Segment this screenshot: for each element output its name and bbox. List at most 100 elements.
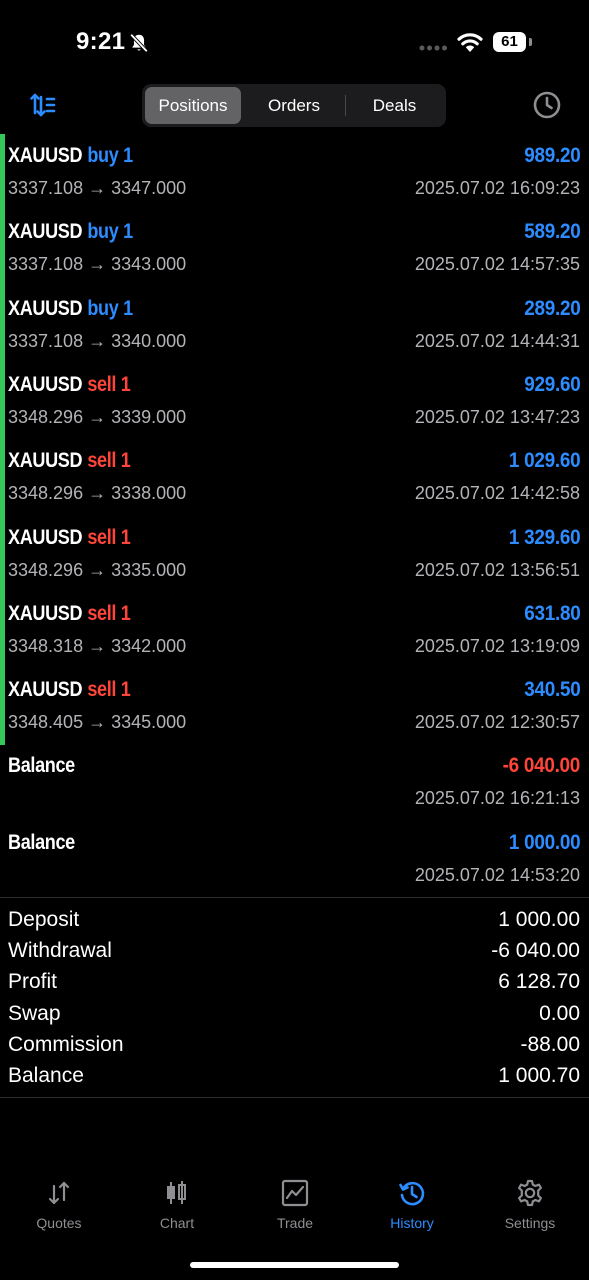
summary-commission-label: Commission xyxy=(8,1032,124,1056)
summary-divider-top xyxy=(0,897,589,898)
sort-icon[interactable] xyxy=(28,90,58,120)
deal-side: buy 1 xyxy=(87,296,133,320)
deal-profit: 1 029.60 xyxy=(508,449,581,473)
tab-settings[interactable]: Settings xyxy=(471,1178,589,1238)
summary-deposit-label: Deposit xyxy=(8,908,80,931)
wifi-icon xyxy=(457,33,483,52)
summary-commission: Commission -88.00 xyxy=(0,1029,589,1060)
deal-symbol: XAUUSD sell 1 xyxy=(8,678,131,702)
status-bar: 9:21 61 xyxy=(0,0,589,80)
summary-deposit-value: 1 000.00 xyxy=(498,908,580,931)
deal-symbol-name: XAUUSD xyxy=(8,449,83,473)
deal-date: 2025.07.02 13:56:51 xyxy=(414,559,580,580)
summary-swap: Swap 0.00 xyxy=(0,998,589,1029)
deal-profit: 929.60 xyxy=(523,372,580,396)
tab-history[interactable]: History xyxy=(353,1178,471,1238)
deal-date: 2025.07.02 16:09:23 xyxy=(414,178,580,198)
balance-label: Balance xyxy=(8,830,75,854)
deal-row[interactable]: XAUUSD buy 1 3337.108 → 3343.000 589.20 2025… xyxy=(0,210,589,286)
deal-side: sell 1 xyxy=(87,372,131,396)
tab-quotes[interactable]: Quotes xyxy=(0,1178,118,1238)
deal-side: sell 1 xyxy=(87,449,131,473)
deal-symbol-name: XAUUSD xyxy=(8,525,83,549)
deal-date: 2025.07.02 12:30:57 xyxy=(414,712,580,733)
deal-symbol: XAUUSD buy 1 xyxy=(8,297,133,321)
deal-profit: 989.20 xyxy=(523,144,580,167)
balance-date: 2025.07.02 16:21:13 xyxy=(414,788,580,809)
deal-symbol: XAUUSD sell 1 xyxy=(8,372,131,397)
status-time: 9:21 xyxy=(76,28,126,55)
segment-deals[interactable]: Deals xyxy=(346,87,443,124)
period-clock-icon[interactable] xyxy=(532,90,562,120)
deal-row[interactable]: XAUUSD sell 1 3348.318 → 3342.000 631.80 202… xyxy=(0,592,589,668)
deal-prices: 3337.108 → 3340.000 xyxy=(8,330,187,351)
segment-orders[interactable]: Orders xyxy=(244,87,344,124)
summary-withdrawal-value: -6 040.00 xyxy=(491,939,580,963)
balance-row[interactable]: Balance 1 000.00 2025.07.02 14:53:20 xyxy=(0,821,589,897)
summary-profit-label: Profit xyxy=(8,970,58,994)
deal-prices: 3348.296 → 3335.000 xyxy=(8,559,187,580)
deal-symbol: XAUUSD sell 1 xyxy=(8,449,131,473)
balance-date: 2025.07.02 14:53:20 xyxy=(414,864,580,885)
tab-trade-label: Trade xyxy=(276,1215,314,1231)
home-indicator xyxy=(190,1262,399,1268)
deal-date: 2025.07.02 14:44:31 xyxy=(414,330,580,351)
tab-settings-label: Settings xyxy=(504,1215,556,1231)
deal-prices: 3348.318 → 3342.000 xyxy=(8,635,187,656)
deal-row[interactable]: XAUUSD sell 1 3348.296 → 3335.000 1 329.60 2… xyxy=(0,516,589,592)
summary-profit: Profit 6 128.70 xyxy=(0,966,589,997)
chart-icon xyxy=(167,1181,186,1204)
deal-symbol: XAUUSD sell 1 xyxy=(8,601,131,626)
deal-prices: 3337.108 → 3343.000 xyxy=(8,254,187,275)
summary-balance-label: Balance xyxy=(8,1064,84,1087)
tab-chart[interactable]: Chart xyxy=(118,1178,236,1238)
summary-balance: Balance 1 000.70 xyxy=(0,1060,589,1091)
summary-withdrawal: Withdrawal -6 040.00 xyxy=(0,935,589,966)
deal-symbol: XAUUSD sell 1 xyxy=(8,525,131,550)
deal-row[interactable]: XAUUSD sell 1 3348.405 → 3345.000 340.50 202… xyxy=(0,668,589,744)
deal-row[interactable]: XAUUSD sell 1 3348.296 → 3338.000 1 029.60 2… xyxy=(0,439,589,515)
deal-side: buy 1 xyxy=(87,220,133,244)
deal-row[interactable]: XAUUSD sell 1 3348.296 → 3339.000 929.60 202… xyxy=(0,363,589,439)
deal-prices: 3348.296 → 3338.000 xyxy=(8,483,187,504)
deal-profit: 631.80 xyxy=(523,601,580,625)
deal-date: 2025.07.02 13:47:23 xyxy=(414,406,580,427)
deal-date: 2025.07.02 14:42:58 xyxy=(414,483,580,504)
deal-prices: 3337.108 → 3347.000 xyxy=(8,178,187,198)
deal-symbol: XAUUSD buy 1 xyxy=(8,220,133,244)
deal-symbol: XAUUSD buy 1 xyxy=(8,144,133,168)
summary-commission-value: -88.00 xyxy=(520,1032,580,1056)
balance-amount: 1 000.00 xyxy=(508,830,581,854)
tab-history-label: History xyxy=(390,1215,434,1231)
settings-icon xyxy=(518,1179,542,1207)
tab-trade[interactable]: Trade xyxy=(236,1178,354,1238)
deal-profit: 1 329.60 xyxy=(508,525,581,549)
deal-symbol-name: XAUUSD xyxy=(8,678,83,702)
deal-row[interactable]: XAUUSD buy 1 3337.108 → 3340.000 289.20 2025… xyxy=(0,287,589,363)
deal-symbol-name: XAUUSD xyxy=(8,220,83,244)
deal-symbol-name: XAUUSD xyxy=(8,372,83,396)
history-icon xyxy=(399,1181,425,1206)
battery-indicator: 61 xyxy=(493,32,526,52)
deal-side: sell 1 xyxy=(87,601,131,625)
summary-withdrawal-label: Withdrawal xyxy=(8,939,112,963)
balance-label: Balance xyxy=(8,754,75,778)
deal-symbol-name: XAUUSD xyxy=(8,296,83,320)
balance-row[interactable]: Balance -6 040.00 2025.07.02 16:21:13 xyxy=(0,744,589,820)
battery-cap xyxy=(529,38,532,46)
deal-side: sell 1 xyxy=(87,525,131,549)
segment-positions[interactable]: Positions xyxy=(145,87,241,124)
deal-prices: 3348.296 → 3339.000 xyxy=(8,406,187,427)
deal-prices: 3348.405 → 3345.000 xyxy=(8,712,187,733)
balance-amount: -6 040.00 xyxy=(502,754,581,778)
summary-swap-value: 0.00 xyxy=(539,1001,580,1025)
bell-slash-icon xyxy=(129,33,149,53)
deal-profit: 340.50 xyxy=(523,678,580,702)
quotes-icon xyxy=(48,1181,70,1205)
deal-date: 2025.07.02 13:19:09 xyxy=(414,635,580,656)
deal-row[interactable]: XAUUSD buy 1 3337.108 → 3347.000 989.20 2025… xyxy=(0,134,589,210)
deal-symbol-name: XAUUSD xyxy=(8,601,83,625)
tab-quotes-label: Quotes xyxy=(36,1215,82,1231)
deal-side: buy 1 xyxy=(87,144,133,167)
deal-profit: 589.20 xyxy=(523,220,580,244)
